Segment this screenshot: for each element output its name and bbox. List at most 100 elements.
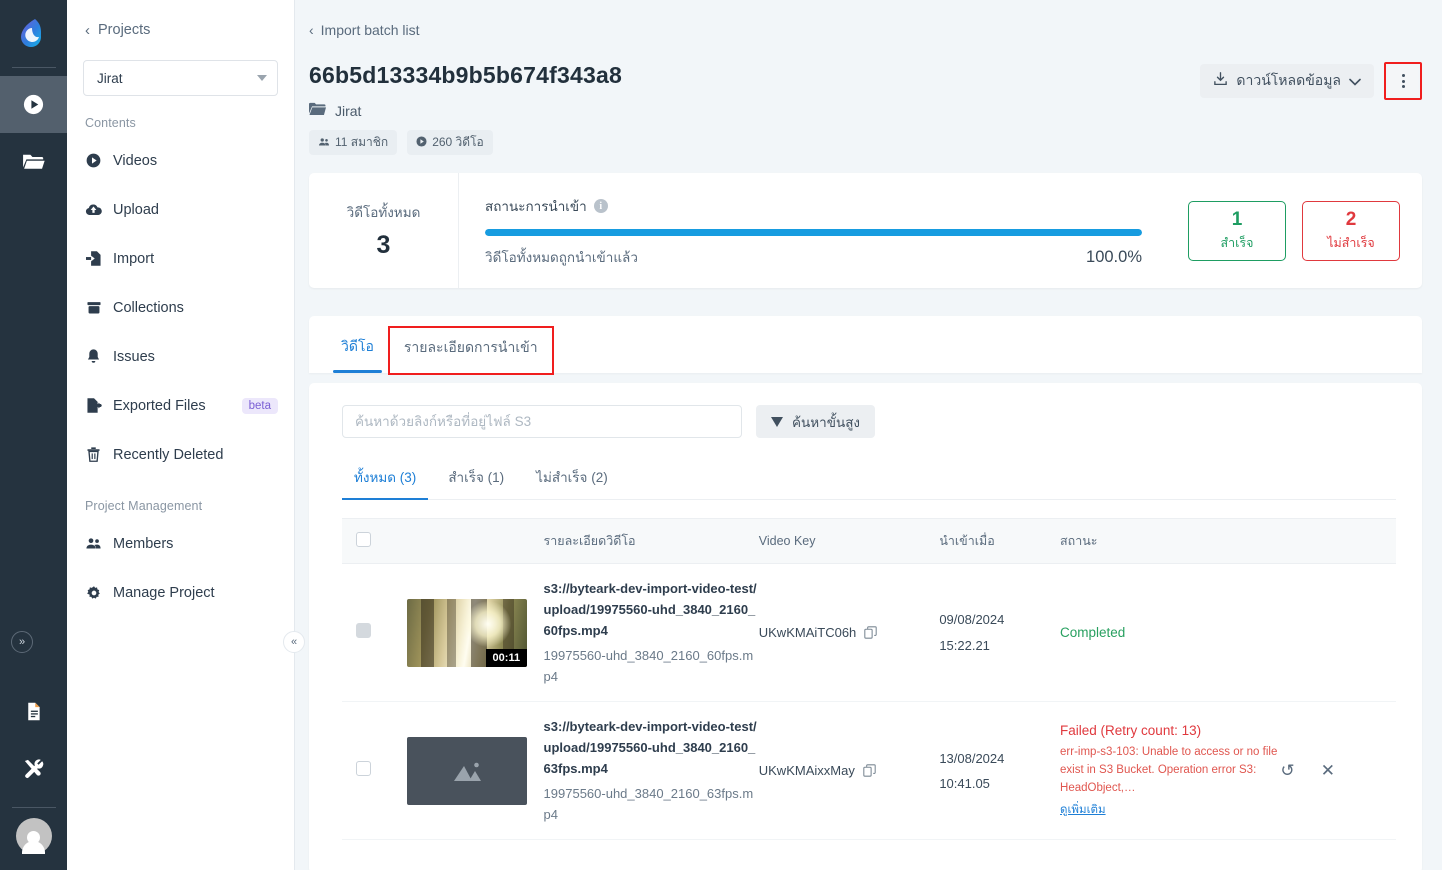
- breadcrumb[interactable]: ‹ Import batch list: [309, 22, 1422, 38]
- header-detail: รายละเอียดวิดีโอ: [543, 518, 759, 564]
- sidebar-item-collections[interactable]: Collections: [67, 283, 294, 332]
- tab-import-details[interactable]: รายละเอียดการนำเข้า: [387, 326, 554, 375]
- avatar[interactable]: [15, 818, 52, 870]
- failed-label: ไม่สำเร็จ: [1327, 235, 1375, 250]
- back-link-label: Projects: [98, 22, 151, 38]
- chip-videos: 260 วิดีโอ: [407, 130, 493, 155]
- rail-expand-button[interactable]: »: [11, 631, 33, 653]
- close-icon[interactable]: ✕: [1321, 762, 1335, 779]
- row-checkbox[interactable]: [356, 760, 371, 776]
- row-checkbox: [356, 622, 371, 638]
- sidebar-item-members[interactable]: Members: [67, 519, 294, 568]
- tab-videos[interactable]: วิดีโอ: [327, 336, 388, 373]
- sidebar-item-label: Videos: [113, 152, 158, 169]
- status-error-message: err-imp-s3-103: Unable to access or no f…: [1060, 746, 1278, 794]
- sidebar-item-label: Upload: [113, 201, 159, 218]
- advanced-search-label: ค้นหาขั้นสูง: [792, 414, 861, 430]
- import-status-label: สถานะการนำเข้า: [485, 199, 587, 214]
- chip-label: 260 วิดีโอ: [432, 135, 484, 149]
- select-all-checkbox[interactable]: [356, 532, 371, 547]
- main-tabs: วิดีโอ รายละเอียดการนำเข้า: [309, 316, 1422, 375]
- sidebar-item-manage-project[interactable]: Manage Project: [67, 568, 294, 617]
- table-row[interactable]: s3://byteark-dev-import-video-test/uploa…: [342, 701, 1396, 841]
- header-imported-at: นำเข้าเมื่อ: [939, 518, 1061, 564]
- header-status: สถานะ: [1060, 518, 1281, 564]
- row-thumbnail-cell: 00:11: [407, 563, 544, 703]
- icon-rail: [0, 0, 67, 870]
- video-key-value: UKwKMAiTC06h: [758, 625, 857, 641]
- row-actions-cell: [1280, 563, 1396, 703]
- status-badge: Failed (Retry count: 13): [1060, 723, 1202, 739]
- rail-item-tools[interactable]: [0, 740, 67, 797]
- search-input[interactable]: [342, 405, 742, 438]
- row-status-cell: Failed (Retry count: 13) err-imp-s3-103:…: [1060, 701, 1281, 841]
- progress-bar-track: [485, 229, 1142, 236]
- total-videos-stat: วิดีโอทั้งหมด 3: [309, 173, 459, 288]
- success-count-box[interactable]: 1 สำเร็จ: [1188, 200, 1286, 261]
- more-options-button[interactable]: [1388, 66, 1418, 96]
- download-data-button[interactable]: ดาวน์โหลดข้อมูล: [1200, 64, 1374, 98]
- filter-tab-failed[interactable]: ไม่สำเร็จ (2): [524, 466, 620, 499]
- folder-name: Jirat: [335, 102, 362, 119]
- advanced-search-button[interactable]: ค้นหาขั้นสูง: [756, 405, 876, 438]
- users-icon: [85, 536, 102, 551]
- folder-open-icon: [23, 154, 45, 169]
- retry-icon[interactable]: ↺: [1280, 762, 1294, 779]
- rail-divider: [11, 67, 56, 68]
- download-data-label: ดาวน์โหลดข้อมูล: [1236, 72, 1341, 88]
- rail-item-videos[interactable]: [0, 76, 67, 133]
- video-source-path: s3://byteark-dev-import-video-test/uploa…: [543, 719, 757, 777]
- progress-percent: 100.0%: [1086, 248, 1142, 266]
- info-icon[interactable]: i: [593, 199, 608, 213]
- filter-tab-all[interactable]: ทั้งหมด (3): [342, 466, 429, 500]
- chevron-down-icon: [257, 75, 267, 81]
- sidebar-section-contents: Contents: [85, 116, 136, 130]
- back-to-projects-link[interactable]: ‹ Projects: [67, 0, 294, 44]
- sidebar-item-import[interactable]: Import: [67, 234, 294, 283]
- copy-icon[interactable]: [864, 626, 877, 639]
- sidebar-item-label: Issues: [113, 348, 155, 365]
- byteark-logo-icon[interactable]: [0, 0, 67, 67]
- copy-icon[interactable]: [863, 764, 876, 778]
- play-circle-icon: [85, 153, 102, 168]
- image-placeholder-icon: [454, 762, 482, 781]
- chevron-down-icon: [1349, 73, 1361, 89]
- more-vertical-icon-dot: [1401, 85, 1405, 88]
- row-video-key-cell: UKwKMAixxMay: [758, 701, 940, 841]
- table-row[interactable]: 00:11 s3://byteark-dev-import-video-test…: [342, 563, 1396, 703]
- sidebar-item-label: Members: [113, 535, 174, 552]
- sidebar-item-upload[interactable]: Upload: [67, 185, 294, 234]
- sidebar-item-exported-files[interactable]: Exported Files beta: [67, 381, 294, 430]
- chip-members: 11 สมาชิก: [309, 130, 398, 155]
- import-time: 15:22.21: [939, 637, 990, 653]
- import-date: 13/08/2024: [939, 750, 1005, 766]
- success-count: 1: [1231, 208, 1243, 230]
- video-thumbnail[interactable]: 00:11: [407, 598, 528, 667]
- header-video-key: Video Key: [758, 518, 940, 564]
- app-root: ‹ Projects Jirat Contents Videos Upload …: [0, 0, 1442, 870]
- sidebar-item-label: Exported Files: [113, 397, 206, 414]
- sidebar-item-videos[interactable]: Videos: [67, 136, 294, 185]
- filter-tab-success[interactable]: สำเร็จ (1): [436, 466, 516, 499]
- project-selector[interactable]: Jirat: [83, 60, 278, 96]
- import-details-panel: ค้นหาขั้นสูง ทั้งหมด (3) สำเร็จ (1) ไม่ส…: [309, 383, 1422, 870]
- row-status-cell: Completed: [1060, 563, 1281, 703]
- sidebar-item-issues[interactable]: Issues: [67, 332, 294, 381]
- file-export-icon: [85, 397, 102, 414]
- sidebar-item-label: Recently Deleted: [113, 446, 224, 463]
- rail-item-projects[interactable]: [0, 133, 67, 190]
- header-actions: ดาวน์โหลดข้อมูล: [1200, 62, 1422, 100]
- total-videos-label: วิดีโอทั้งหมด: [346, 205, 421, 220]
- row-select-cell: [342, 563, 408, 703]
- progress-bar-fill: [485, 229, 1142, 236]
- sidebar-collapse-button[interactable]: «: [283, 631, 305, 653]
- rail-item-docs[interactable]: [0, 683, 67, 740]
- chip-label: 11 สมาชิก: [335, 135, 389, 149]
- row-date-cell: 09/08/2024 15:22.21: [939, 563, 1061, 703]
- see-more-link[interactable]: ดูเพิ่มเติม: [1060, 801, 1106, 819]
- failed-count-box[interactable]: 2 ไม่สำเร็จ: [1302, 200, 1400, 261]
- sidebar-item-label: Collections: [113, 299, 184, 316]
- video-source-path: s3://byteark-dev-import-video-test/uploa…: [543, 581, 757, 639]
- sidebar-item-recently-deleted[interactable]: Recently Deleted: [67, 430, 294, 479]
- video-duration: 00:11: [485, 648, 528, 667]
